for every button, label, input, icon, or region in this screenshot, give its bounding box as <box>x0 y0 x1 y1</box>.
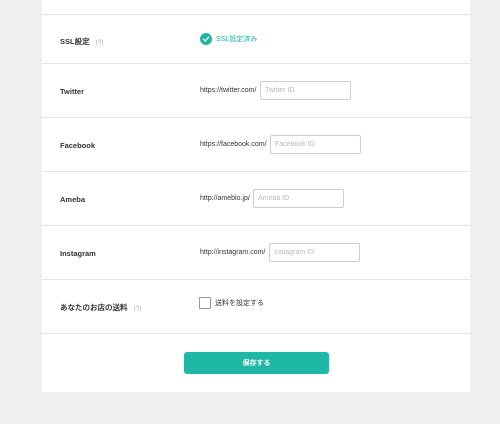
facebook-prefix: https://facebook.com/ <box>200 141 267 148</box>
divider <box>42 63 470 64</box>
divider <box>42 171 470 172</box>
ssl-help-icon[interactable]: (?) <box>96 39 104 46</box>
facebook-id-input[interactable] <box>270 135 361 154</box>
ssl-label: SSL設定 (?) <box>60 36 104 47</box>
divider <box>42 14 470 15</box>
shipping-help-icon[interactable]: (?) <box>134 305 142 312</box>
ssl-label-text: SSL設定 <box>60 37 90 46</box>
twitter-prefix: https://twitter.com/ <box>200 87 257 94</box>
shipping-checkbox-label[interactable]: 送料を設定する <box>215 298 264 308</box>
instagram-id-input[interactable] <box>269 243 360 262</box>
divider <box>42 225 470 226</box>
divider <box>42 333 470 334</box>
twitter-label: Twitter <box>60 87 85 96</box>
instagram-label: Instagram <box>60 249 96 258</box>
check-circle-icon <box>200 33 212 45</box>
ssl-status: SSL設定済み <box>200 33 257 45</box>
divider <box>42 117 470 118</box>
shipping-label: あなたのお店の送料 (?) <box>60 302 141 313</box>
instagram-prefix: http://instagram.com/ <box>200 249 266 256</box>
twitter-id-input[interactable] <box>260 81 351 100</box>
shipping-checkbox[interactable] <box>199 297 211 309</box>
ameba-label: Ameba <box>60 195 86 204</box>
ssl-status-text: SSL設定済み <box>216 36 258 43</box>
save-button[interactable]: 保存する <box>184 352 329 374</box>
settings-panel: SSL設定 (?) SSL設定済み Twitter https://twitter… <box>42 0 470 392</box>
divider <box>42 279 470 280</box>
ameba-prefix: http://ameblo.jp/ <box>200 195 250 202</box>
ameba-id-input[interactable] <box>253 189 344 208</box>
shipping-label-text: あなたのお店の送料 <box>60 303 128 312</box>
facebook-label: Facebook <box>60 141 96 150</box>
